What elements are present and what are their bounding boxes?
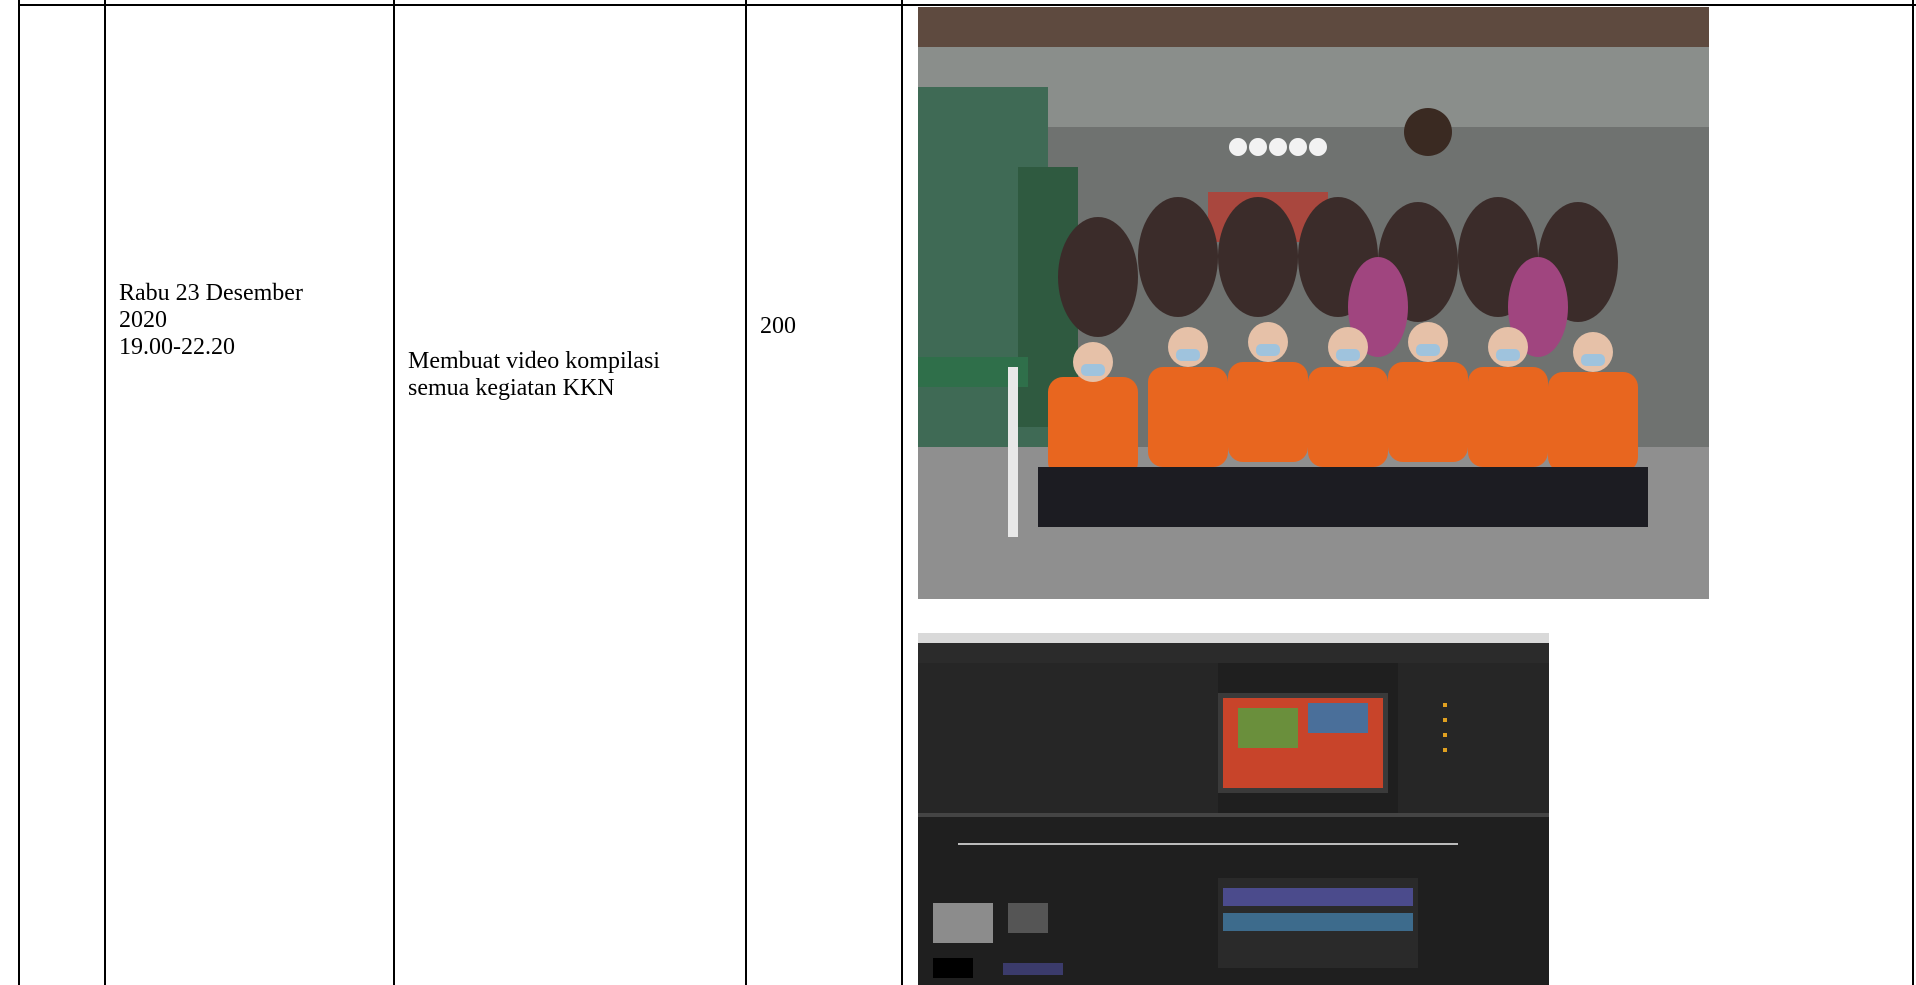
group-photo-image <box>918 7 1709 599</box>
date-time-cell: Rabu 23 Desember 2020 19.00-22.20 <box>119 280 303 360</box>
column-divider-1 <box>104 0 106 985</box>
table-left-border <box>18 0 20 985</box>
column-divider-2 <box>393 0 395 985</box>
table-top-border <box>18 4 1916 6</box>
video-editor-image <box>918 633 1549 985</box>
column-divider-4 <box>901 0 903 985</box>
table-right-border <box>1912 0 1914 985</box>
group-photo <box>918 7 1709 599</box>
video-editor-screenshot <box>918 633 1549 985</box>
activity-cell: Membuat video kompilasi semua kegiatan K… <box>408 348 660 401</box>
column-divider-3 <box>745 0 747 985</box>
duration-cell: 200 <box>760 313 796 339</box>
